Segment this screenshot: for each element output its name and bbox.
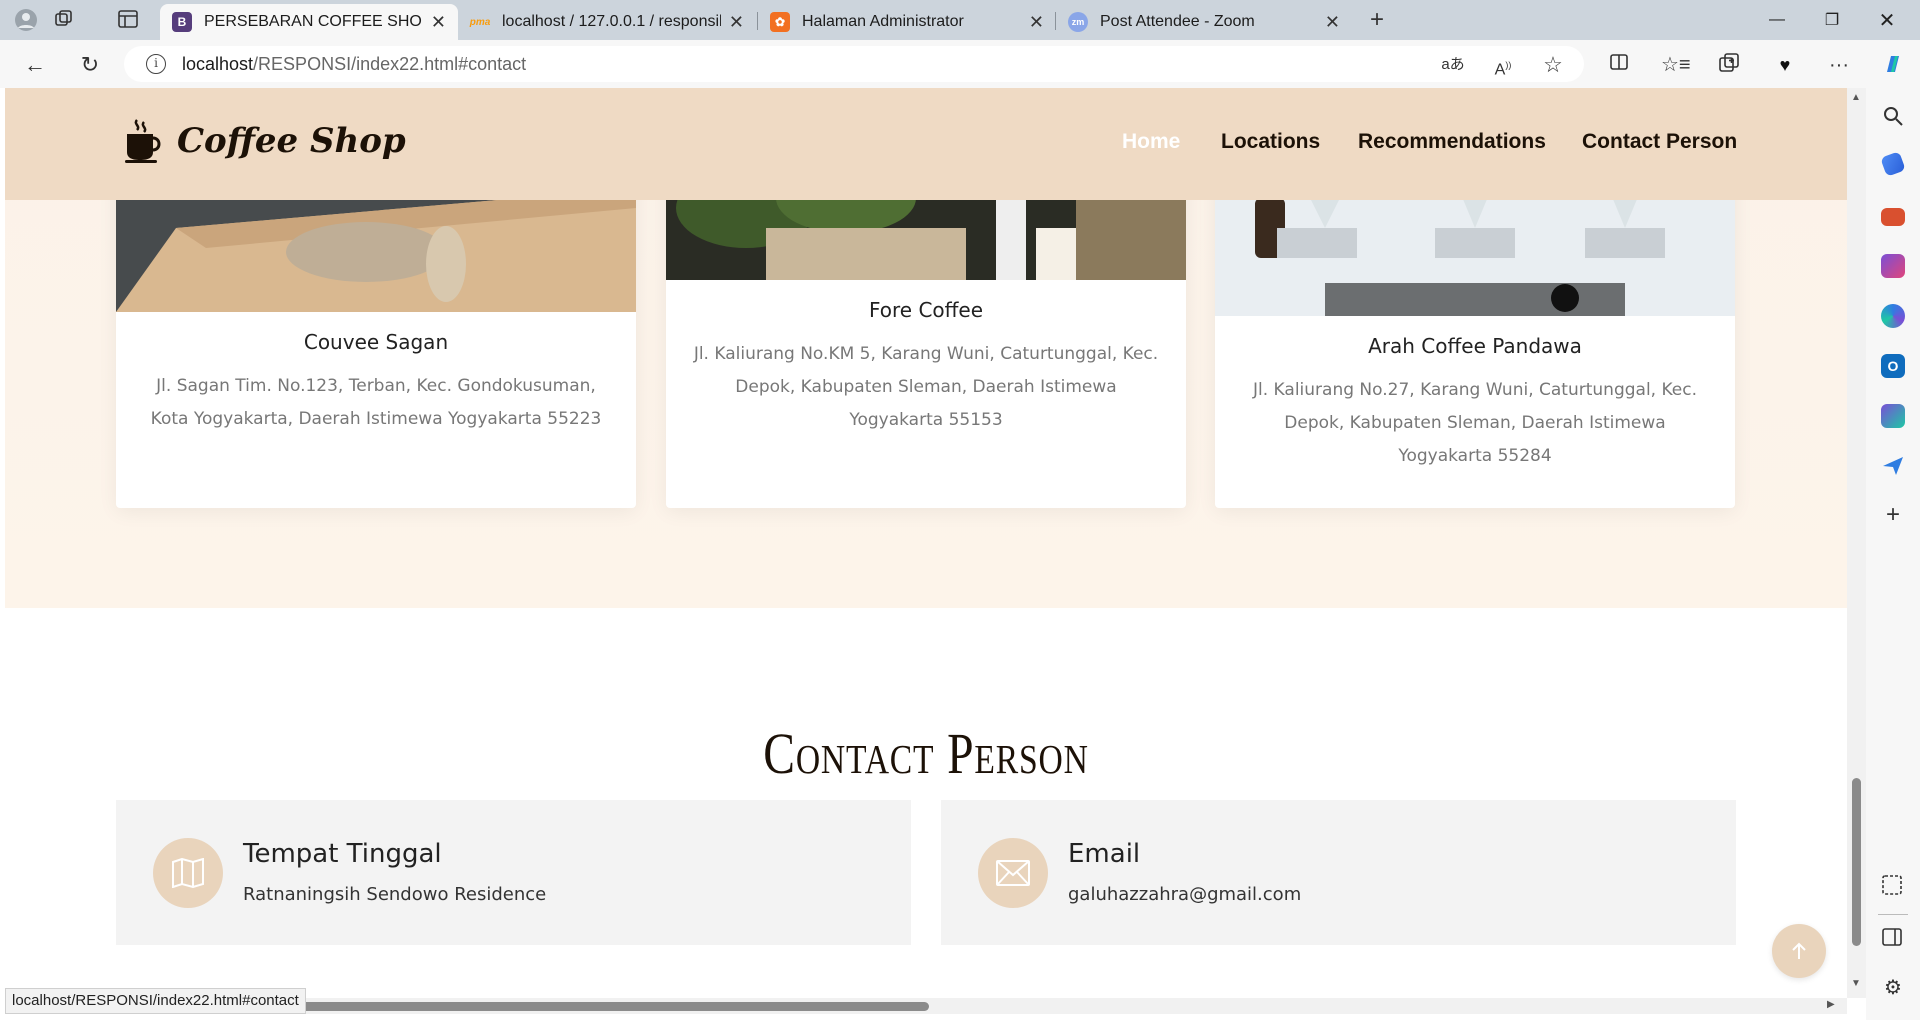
address-toolbar: ← ↻ i localhost/RESPONSI/index22.html#co…: [0, 40, 1920, 88]
vertical-scrollbar-thumb[interactable]: [1852, 778, 1861, 946]
tools-icon[interactable]: [1881, 208, 1905, 226]
location-card: Arah Coffee Pandawa Jl. Kaliurang No.27,…: [1215, 168, 1735, 508]
contact-card-email: Email galuhazzahra@gmail.com: [941, 800, 1736, 945]
close-icon[interactable]: ✕: [1325, 12, 1340, 33]
restore-icon[interactable]: ❐: [1809, 0, 1855, 40]
browser-tab-bar: B PERSEBARAN COFFEE SHOP DI S ✕ pma loca…: [0, 0, 1920, 40]
search-icon[interactable]: [1881, 104, 1905, 128]
contact-section-title: Contact Person: [763, 721, 1089, 786]
url-path: /RESPONSI/index22.html#contact: [253, 53, 527, 74]
brand-name: Coffee Shop: [177, 121, 406, 161]
contact-value[interactable]: galuhazzahra@gmail.com: [1068, 884, 1301, 905]
screenshot-icon[interactable]: [1881, 874, 1905, 898]
tab-admin[interactable]: ✿ Halaman Administrator ✕: [758, 4, 1056, 40]
url-text[interactable]: localhost/RESPONSI/index22.html#contact: [182, 54, 526, 75]
workspaces-icon[interactable]: [52, 8, 76, 32]
nav-locations[interactable]: Locations: [1221, 130, 1320, 162]
horizontal-scrollbar-thumb[interactable]: [295, 1002, 929, 1011]
address-bar[interactable]: i localhost/RESPONSI/index22.html#contac…: [124, 46, 1584, 82]
copilot-icon[interactable]: [1880, 52, 1906, 78]
collections-icon[interactable]: [1716, 52, 1742, 78]
tab-title: Post Attendee - Zoom: [1100, 13, 1255, 30]
bootstrap-favicon-icon: B: [172, 12, 192, 32]
games-icon[interactable]: [1881, 254, 1905, 278]
zoom-favicon-icon: zm: [1068, 12, 1088, 32]
more-options-icon[interactable]: ···: [1826, 52, 1852, 78]
profile-icon[interactable]: [14, 8, 38, 32]
contact-label: Email: [1068, 839, 1141, 869]
site-info-icon[interactable]: i: [146, 54, 166, 74]
envelope-icon: [978, 838, 1048, 908]
site-logo[interactable]: Coffee Shop: [123, 118, 406, 164]
scroll-up-arrow-icon[interactable]: ▲: [1851, 92, 1861, 103]
location-name: Couvee Sagan: [303, 330, 449, 354]
minimize-icon[interactable]: —: [1754, 0, 1800, 40]
phpmyadmin-favicon-icon: pma: [469, 16, 491, 28]
tab-phpmyadmin[interactable]: pma localhost / 127.0.0.1 / responsiko ✕: [458, 4, 756, 40]
tab-title: Halaman Administrator: [802, 13, 964, 30]
vertical-scrollbar[interactable]: ▲ ▼: [1847, 88, 1866, 998]
split-screen-icon[interactable]: [1606, 52, 1632, 78]
location-address: Jl. Kaliurang No.27, Karang Wuni, Caturt…: [1253, 380, 1697, 466]
contact-value: Ratnaningsih Sendowo Residence: [243, 884, 547, 905]
new-tab-icon[interactable]: +: [1365, 8, 1389, 32]
browser-essentials-icon[interactable]: ♥: [1772, 52, 1798, 78]
contact-label: Tempat Tinggal: [243, 839, 442, 869]
location-address: Jl. Sagan Tim. No.123, Terban, Kec. Gond…: [150, 376, 602, 429]
location-name: Fore Coffee: [868, 298, 984, 322]
contact-card-address: Tempat Tinggal Ratnaningsih Sendowo Resi…: [116, 800, 911, 945]
map-icon: [153, 838, 223, 908]
link-status-bar: localhost/RESPONSI/index22.html#contact: [5, 988, 306, 1014]
nav-contact-person[interactable]: Contact Person: [1582, 130, 1737, 162]
location-card: Fore Coffee Jl. Kaliurang No.KM 5, Karan…: [666, 168, 1186, 508]
close-icon[interactable]: ✕: [1029, 12, 1044, 33]
refresh-icon[interactable]: ↻: [77, 52, 103, 78]
tab-actions-icon[interactable]: [116, 8, 140, 32]
location-address: Jl. Kaliurang No.KM 5, Karang Wuni, Catu…: [693, 344, 1159, 430]
read-aloud-icon[interactable]: A)): [1490, 52, 1516, 78]
url-host: localhost: [182, 53, 254, 74]
xampp-favicon-icon: ✿: [770, 12, 790, 32]
close-icon[interactable]: ✕: [431, 12, 446, 33]
tab-title: localhost / 127.0.0.1 / responsiko: [502, 13, 721, 30]
hide-sidebar-icon[interactable]: [1881, 926, 1905, 950]
coffee-cup-icon: [123, 118, 163, 164]
page-viewport: Couvee Sagan Jl. Sagan Tim. No.123, Terb…: [5, 88, 1847, 998]
outlook-icon[interactable]: O: [1881, 354, 1905, 378]
back-to-top-button[interactable]: [1772, 924, 1826, 978]
location-card: Couvee Sagan Jl. Sagan Tim. No.123, Terb…: [116, 168, 636, 508]
scroll-down-arrow-icon[interactable]: ▼: [1851, 978, 1861, 989]
favorite-star-icon[interactable]: ☆: [1540, 52, 1566, 78]
window-close-icon[interactable]: ✕: [1864, 0, 1910, 40]
tab-zoom[interactable]: zm Post Attendee - Zoom ✕: [1056, 4, 1352, 40]
add-sidebar-app-icon[interactable]: +: [1881, 503, 1905, 528]
location-name: Arah Coffee Pandawa: [1368, 334, 1582, 358]
tab-title: PERSEBARAN COFFEE SHOP DI S: [204, 13, 423, 30]
site-navbar: Coffee Shop Home Locations Recommendatio…: [5, 88, 1847, 200]
close-icon[interactable]: ✕: [729, 12, 744, 33]
send-icon[interactable]: [1881, 454, 1905, 478]
edge-sidebar: O + ⚙: [1866, 88, 1920, 1020]
nav-recommendations[interactable]: Recommendations: [1358, 130, 1546, 162]
back-icon[interactable]: ←: [22, 52, 48, 78]
microsoft-365-icon[interactable]: [1881, 304, 1905, 328]
nav-home[interactable]: Home: [1122, 130, 1180, 162]
translate-icon[interactable]: aあ: [1440, 52, 1466, 78]
settings-gear-icon[interactable]: ⚙: [1881, 976, 1905, 1000]
tab-coffee-shop[interactable]: B PERSEBARAN COFFEE SHOP DI S ✕: [160, 4, 458, 40]
shopping-tag-icon[interactable]: [1880, 151, 1906, 177]
scroll-right-arrow-icon[interactable]: ▶: [1827, 999, 1835, 1010]
designer-icon[interactable]: [1881, 404, 1905, 428]
favorites-icon[interactable]: ☆≡: [1661, 52, 1691, 78]
sidebar-divider: [1878, 914, 1908, 915]
